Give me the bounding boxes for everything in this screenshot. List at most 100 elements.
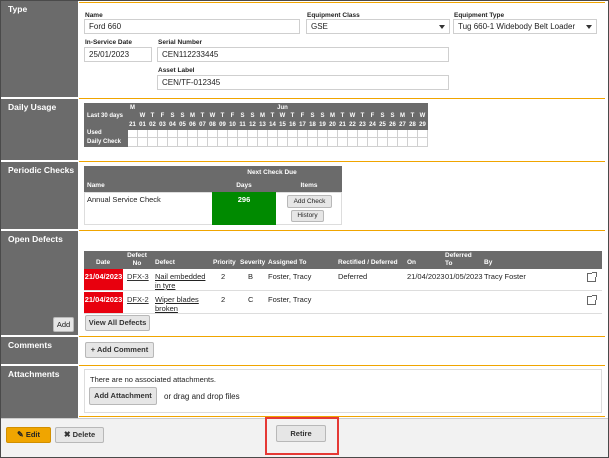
defect-assigned-to: Foster, Tracy: [268, 272, 312, 281]
day-number: 23: [357, 120, 368, 130]
day-number: 21: [127, 120, 138, 130]
usage-cell: [297, 137, 308, 147]
defect-row[interactable]: 21/04/2023 DFX-3 Nail embedded in tyre 2…: [84, 269, 602, 291]
edit-button[interactable]: ✎ Edit: [6, 427, 51, 443]
day-letter: F: [297, 111, 308, 121]
in-service-date-label: In-Service Date: [85, 39, 132, 46]
usage-cell: [357, 137, 368, 147]
defect-date: 21/04/2023: [84, 269, 123, 290]
day-number: 12: [247, 120, 258, 130]
col-days-header: Days: [236, 182, 252, 189]
day-letter: M: [397, 111, 408, 121]
usage-cell: [227, 128, 238, 138]
delete-button[interactable]: ✖ Delete: [55, 427, 104, 443]
usage-cell: [407, 137, 418, 147]
day-letter: M: [187, 111, 198, 121]
usage-cell: [257, 137, 268, 147]
retire-button[interactable]: Retire: [276, 425, 326, 442]
usage-cell: [317, 128, 328, 138]
day-letter: W: [277, 111, 288, 121]
usage-cell: [367, 137, 378, 147]
usage-cell: [167, 128, 178, 138]
equipment-type-select[interactable]: Tug 660-1 Widebody Belt Loader: [453, 19, 597, 34]
name-field[interactable]: Ford 660: [84, 19, 300, 34]
usage-cell: [337, 128, 348, 138]
add-comment-button[interactable]: + Add Comment: [85, 342, 154, 358]
day-letter: T: [287, 111, 298, 121]
col-date: Date: [96, 259, 111, 266]
day-number: 06: [187, 120, 198, 130]
daily-check-row-label: Daily Check: [84, 137, 128, 147]
open-external-icon[interactable]: [587, 272, 597, 282]
defect-severity: C: [248, 295, 254, 304]
view-all-defects-button[interactable]: View All Defects: [85, 315, 150, 331]
month-label: Jun: [137, 103, 428, 113]
usage-cell: [277, 137, 288, 147]
add-attachment-button[interactable]: Add Attachment: [89, 387, 157, 405]
add-defect-button[interactable]: Add: [53, 317, 74, 332]
usage-calendar: Last 30 days M Jun WTFSSMTWTFSSMTWTFSSMT…: [84, 103, 428, 147]
defect-number-link[interactable]: DFX-2: [127, 295, 149, 304]
usage-cell: [377, 137, 388, 147]
asset-label-field[interactable]: CEN/TF-012345: [157, 75, 449, 90]
defects-table-header: Date Defect No Defect Priority Severity …: [84, 251, 602, 269]
defect-date: 21/04/2023: [84, 292, 123, 313]
day-letter: W: [207, 111, 218, 121]
usage-cell: [267, 137, 278, 147]
usage-cell: [327, 137, 338, 147]
defect-description-link[interactable]: Nail embedded in tyre: [155, 272, 211, 290]
open-external-icon[interactable]: [587, 295, 597, 305]
usage-cell: [177, 128, 188, 138]
day-number: 17: [297, 120, 308, 130]
defect-number-link[interactable]: DFX-3: [127, 272, 149, 281]
in-service-date-field[interactable]: 25/01/2023: [84, 47, 152, 62]
usage-cell: [407, 128, 418, 138]
day-letter: T: [147, 111, 158, 121]
delete-icon: ✖: [63, 430, 71, 439]
col-assigned-to: Assigned To: [268, 259, 307, 266]
day-letter: T: [197, 111, 208, 121]
equipment-class-select[interactable]: GSE: [306, 19, 450, 34]
day-letter: S: [387, 111, 398, 121]
day-number: 24: [367, 120, 378, 130]
add-check-button[interactable]: Add Check: [287, 195, 332, 208]
day-number: 01: [137, 120, 148, 130]
col-defect: Defect: [155, 259, 175, 266]
usage-cell: [347, 128, 358, 138]
usage-cell: [257, 128, 268, 138]
col-priority: Priority: [213, 259, 236, 266]
day-letter: S: [307, 111, 318, 121]
usage-cell: [307, 137, 318, 147]
defect-severity: B: [248, 272, 254, 281]
usage-cell: [217, 128, 228, 138]
usage-cell: [377, 128, 388, 138]
usage-cell: [167, 137, 178, 147]
usage-cell: [267, 128, 278, 138]
day-letter: F: [157, 111, 168, 121]
orange-separator: [79, 230, 605, 231]
usage-cell: [307, 128, 318, 138]
day-letter: W: [347, 111, 358, 121]
usage-cell: [147, 128, 158, 138]
day-number: 18: [307, 120, 318, 130]
defect-description-link[interactable]: Wiper blades broken: [155, 295, 211, 313]
day-number: 22: [347, 120, 358, 130]
usage-cell: [387, 128, 398, 138]
next-check-due-header: Next Check Due: [247, 169, 297, 176]
usage-cell: [187, 128, 198, 138]
day-number: 16: [287, 120, 298, 130]
usage-cell: [337, 137, 348, 147]
col-name-header: Name: [87, 182, 105, 189]
defect-row[interactable]: 21/04/2023 DFX-2 Wiper blades broken 2 C…: [84, 292, 602, 314]
day-number: 02: [147, 120, 158, 130]
usage-cell: [217, 137, 228, 147]
usage-cell: [247, 137, 258, 147]
serial-number-field[interactable]: CEN112233445: [157, 47, 449, 62]
day-number: 08: [207, 120, 218, 130]
section-comments-label: Comments: [1, 337, 78, 364]
day-letter: W: [417, 111, 428, 121]
history-button[interactable]: History: [291, 210, 324, 222]
day-letter: F: [367, 111, 378, 121]
day-number: 20: [327, 120, 338, 130]
last-30-days-label: Last 30 days: [84, 103, 128, 130]
